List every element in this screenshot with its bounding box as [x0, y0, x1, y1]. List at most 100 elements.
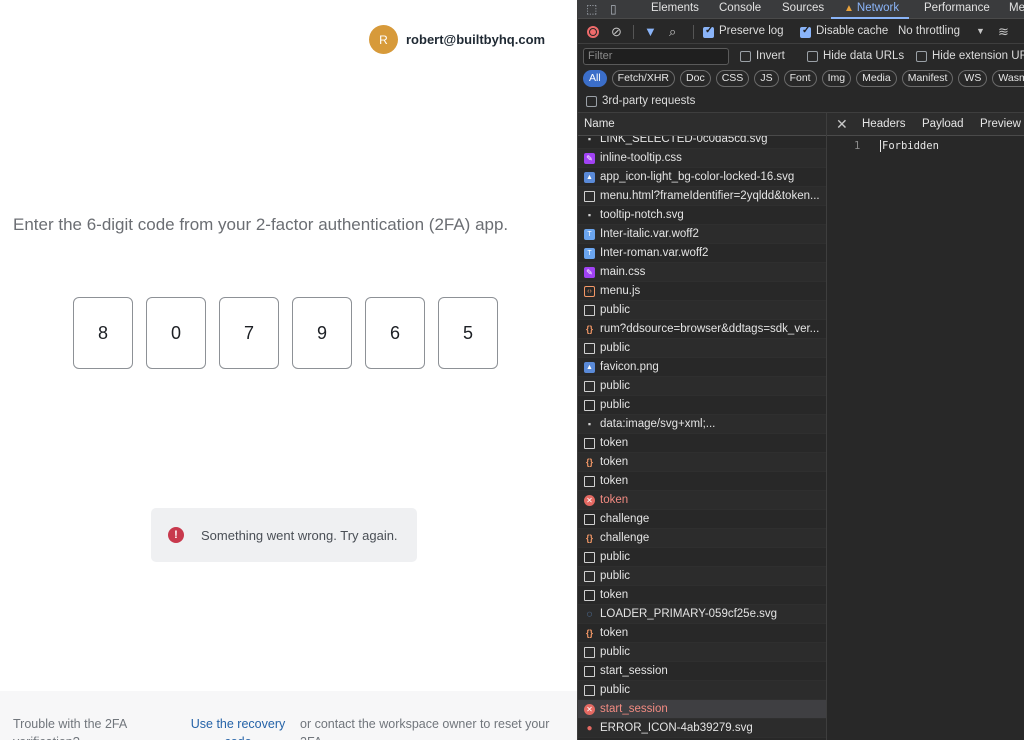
response-text[interactable]: Forbidden: [880, 140, 939, 152]
request-row[interactable]: public: [578, 643, 826, 662]
hide-data-urls-checkbox[interactable]: [807, 51, 818, 62]
request-name: app_icon-light_bg-color-locked-16.svg: [600, 170, 795, 183]
request-row[interactable]: ▲ app_icon-light_bg-color-locked-16.svg: [578, 168, 826, 187]
chip-js[interactable]: JS: [754, 70, 779, 87]
preserve-log-checkbox[interactable]: [703, 25, 714, 38]
chip-manifest[interactable]: Manifest: [901, 70, 954, 87]
request-row[interactable]: ▪ data:image/svg+xml;...: [578, 415, 826, 434]
account-menu[interactable]: R robert@builtbyhq.com: [369, 25, 545, 54]
chevron-down-icon[interactable]: ▼: [976, 26, 985, 36]
request-row[interactable]: token: [578, 434, 826, 453]
trouble-text: Trouble with the 2FA verification?: [13, 717, 127, 740]
disable-cache-checkbox[interactable]: [800, 25, 811, 38]
document-icon: [584, 380, 595, 392]
tab-preview[interactable]: Preview: [980, 118, 1021, 130]
request-row[interactable]: {} challenge: [578, 529, 826, 548]
request-row[interactable]: {} token: [578, 453, 826, 472]
third-party-label: 3rd-party requests: [602, 95, 696, 107]
error-message: Something went wrong. Try again.: [201, 527, 398, 543]
tab-headers[interactable]: Headers: [862, 118, 905, 130]
code-digit-4[interactable]: 9: [292, 297, 352, 369]
document-icon: [584, 551, 595, 563]
invert-checkbox[interactable]: [740, 51, 751, 62]
request-row[interactable]: public: [578, 377, 826, 396]
code-digit-1[interactable]: 8: [73, 297, 133, 369]
filter-input[interactable]: Filter: [583, 48, 729, 65]
inspect-element-icon[interactable]: ⬚: [586, 2, 597, 16]
filter-row: Filter Invert Hide data URLs Hide extens…: [578, 45, 1024, 69]
request-row[interactable]: token: [578, 472, 826, 491]
request-row[interactable]: ● ERROR_ICON-4ab39279.svg: [578, 719, 826, 738]
request-row[interactable]: public: [578, 548, 826, 567]
tab-console[interactable]: Console: [719, 2, 761, 14]
request-row[interactable]: public: [578, 681, 826, 700]
request-row[interactable]: public: [578, 301, 826, 320]
chip-all[interactable]: All: [583, 70, 607, 87]
request-row[interactable]: public: [578, 339, 826, 358]
request-row[interactable]: {} rum?ddsource=browser&ddtags=sdk_ver...: [578, 320, 826, 339]
document-icon: [584, 684, 595, 696]
document-icon: [584, 589, 595, 601]
third-party-row: 3rd-party requests: [578, 91, 1024, 113]
request-row[interactable]: ◌ LOADER_PRIMARY-059cf25e.svg: [578, 605, 826, 624]
document-icon: [584, 342, 595, 354]
record-icon[interactable]: [587, 26, 599, 38]
request-name: token: [600, 588, 629, 601]
request-row[interactable]: public: [578, 567, 826, 586]
code-digit-6[interactable]: 5: [438, 297, 498, 369]
clear-icon[interactable]: ⊘: [611, 24, 622, 40]
filter-icon[interactable]: ▼: [644, 24, 657, 39]
divider: [633, 25, 634, 39]
request-row[interactable]: T Inter-italic.var.woff2: [578, 225, 826, 244]
request-row[interactable]: public: [578, 396, 826, 415]
request-row[interactable]: menu.html?frameIdentifier=2yqldd&token..…: [578, 187, 826, 206]
request-row[interactable]: ✎ inline-tooltip.css: [578, 149, 826, 168]
device-toolbar-icon[interactable]: ▯: [610, 2, 617, 16]
chip-fetch-xhr[interactable]: Fetch/XHR: [611, 70, 676, 87]
request-row[interactable]: {} token: [578, 624, 826, 643]
network-conditions-icon[interactable]: ≋: [998, 24, 1009, 40]
request-row[interactable]: ‹› menu.js: [578, 282, 826, 301]
document-icon: [584, 646, 595, 658]
tab-sources[interactable]: Sources: [782, 2, 824, 14]
request-row[interactable]: ✎ main.css: [578, 263, 826, 282]
request-row[interactable]: ✕ start_session: [578, 700, 826, 719]
chip-img[interactable]: Img: [821, 70, 852, 87]
code-digit-3[interactable]: 7: [219, 297, 279, 369]
request-name: tooltip-notch.svg: [600, 208, 684, 221]
request-name: menu.html?frameIdentifier=2yqldd&token..…: [600, 189, 820, 202]
request-name: public: [600, 550, 631, 563]
avatar[interactable]: R: [369, 25, 398, 54]
search-icon[interactable]: ⌕: [669, 24, 676, 40]
recovery-code-link[interactable]: Use the recovery code: [182, 715, 294, 740]
name-column-header[interactable]: Name: [578, 113, 826, 136]
request-row[interactable]: challenge: [578, 510, 826, 529]
request-name: menu.js: [600, 284, 641, 297]
chip-ws[interactable]: WS: [958, 70, 988, 87]
tab-elements[interactable]: Elements: [651, 2, 699, 14]
request-row[interactable]: ✕ token: [578, 491, 826, 510]
code-digit-5[interactable]: 6: [365, 297, 425, 369]
request-row[interactable]: start_session: [578, 662, 826, 681]
close-icon[interactable]: ✕: [836, 116, 848, 133]
tab-payload[interactable]: Payload: [922, 118, 964, 130]
tab-performance[interactable]: Performance: [924, 2, 990, 14]
chip-wasm[interactable]: Wasm: [992, 70, 1024, 87]
chip-doc[interactable]: Doc: [680, 70, 711, 87]
third-party-checkbox[interactable]: [586, 96, 597, 107]
request-name: inline-tooltip.css: [600, 151, 682, 164]
chip-media[interactable]: Media: [856, 70, 897, 87]
document-icon: [584, 437, 595, 449]
request-row[interactable]: token: [578, 586, 826, 605]
tab-more[interactable]: Me: [1009, 2, 1024, 14]
request-name: token: [600, 455, 629, 468]
hide-extension-urls-checkbox[interactable]: [916, 51, 927, 62]
tab-network[interactable]: ▲ Network: [844, 2, 899, 14]
chip-font[interactable]: Font: [783, 70, 817, 87]
throttling-select[interactable]: No throttling: [898, 25, 960, 37]
code-digit-2[interactable]: 0: [146, 297, 206, 369]
chip-css[interactable]: CSS: [715, 70, 750, 87]
request-row[interactable]: ▲ favicon.png: [578, 358, 826, 377]
request-row[interactable]: T Inter-roman.var.woff2: [578, 244, 826, 263]
request-row[interactable]: ▪ tooltip-notch.svg: [578, 206, 826, 225]
